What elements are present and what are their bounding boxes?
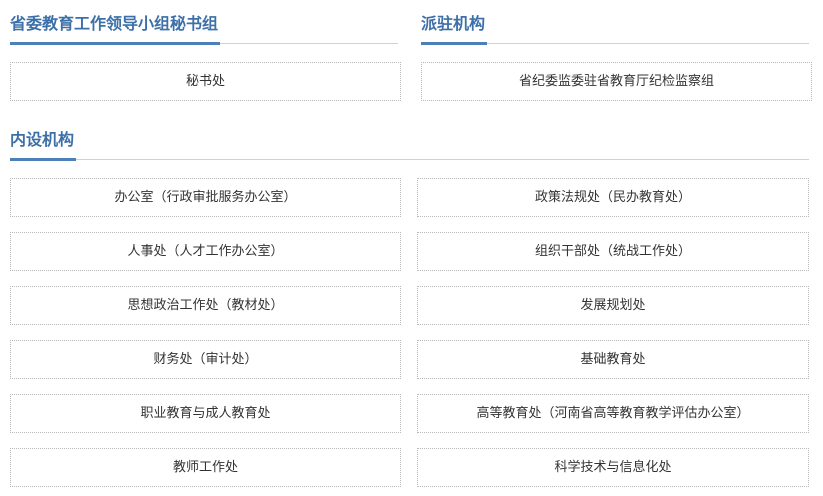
org-link-internal[interactable]: 财务处（审计处）: [10, 340, 401, 379]
org-link-internal[interactable]: 发展规划处: [417, 286, 809, 325]
org-link-internal[interactable]: 科学技术与信息化处: [417, 448, 809, 487]
org-link-internal[interactable]: 政策法规处（民办教育处）: [417, 178, 809, 217]
org-link-internal[interactable]: 基础教育处: [417, 340, 809, 379]
org-link-internal[interactable]: 教师工作处: [10, 448, 401, 487]
org-link-discipline-inspection-group[interactable]: 省纪委监委驻省教育厅纪检监察组: [421, 62, 812, 101]
org-link-internal[interactable]: 办公室（行政审批服务办公室）: [10, 178, 401, 217]
section-header-dispatched: 派驻机构: [421, 10, 809, 45]
org-link-internal[interactable]: 思想政治工作处（教材处）: [10, 286, 401, 325]
section-title-internal: 内设机构: [10, 126, 77, 161]
section-header-leading-group: 省委教育工作领导小组秘书组: [10, 10, 398, 45]
org-link-internal[interactable]: 职业教育与成人教育处: [10, 394, 401, 433]
org-link-secretariat[interactable]: 秘书处: [10, 62, 401, 101]
section-header-internal: 内设机构: [10, 126, 809, 161]
org-link-internal[interactable]: 人事处（人才工作办公室）: [10, 232, 401, 271]
section-title-dispatched: 派驻机构: [421, 10, 488, 45]
section-title-leading-group: 省委教育工作领导小组秘书组: [10, 10, 221, 45]
org-link-internal[interactable]: 高等教育处（河南省高等教育教学评估办公室）: [417, 394, 809, 433]
org-link-internal[interactable]: 组织干部处（统战工作处）: [417, 232, 809, 271]
